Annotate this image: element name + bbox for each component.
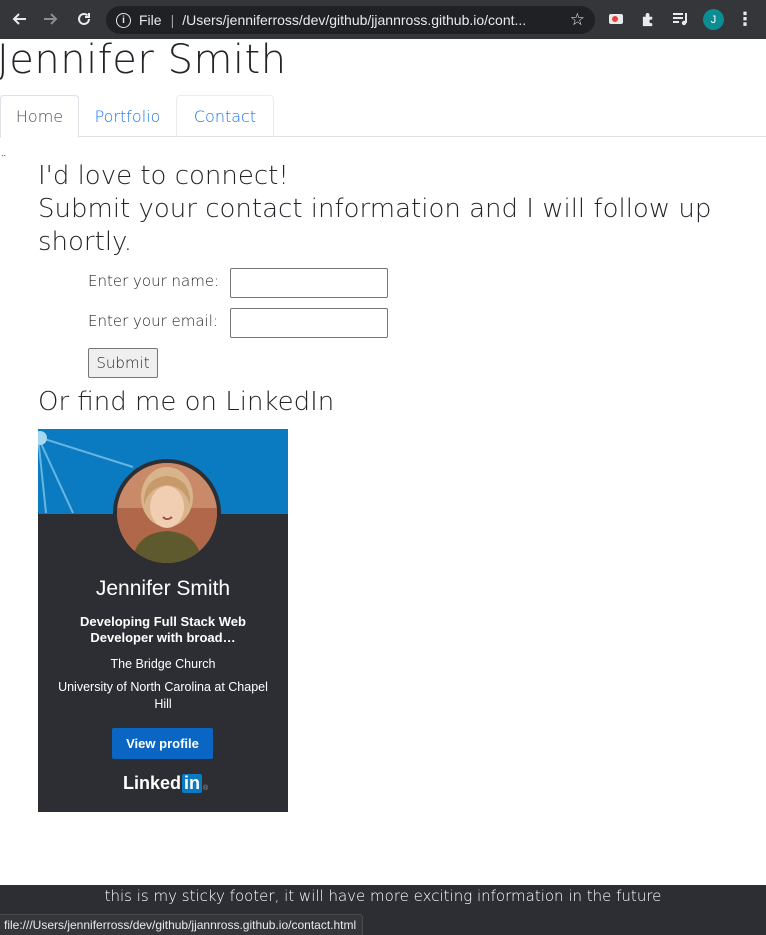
badge-headline: Developing Full Stack Web Developer with… bbox=[80, 614, 246, 645]
bookmark-star-icon[interactable]: ☆ bbox=[570, 10, 585, 30]
profile-avatar[interactable]: J bbox=[703, 9, 724, 30]
linkedin-logo[interactable]: Linked in ® bbox=[123, 773, 208, 794]
email-label: Enter your email: bbox=[88, 312, 218, 330]
back-arrow-icon[interactable] bbox=[8, 8, 30, 30]
registered-mark-icon: ® bbox=[203, 784, 209, 792]
profile-photo[interactable] bbox=[113, 459, 221, 567]
stray-mark: .. bbox=[1, 149, 7, 158]
browser-toolbar: i File | /Users/jenniferross/dev/github/… bbox=[0, 0, 766, 39]
contact-heading-line1: I'd love to connect! bbox=[38, 161, 289, 191]
nav-tabs: Home Portfolio Contact bbox=[0, 95, 766, 138]
url-scheme-label: File bbox=[139, 12, 162, 28]
url-text[interactable]: /Users/jenniferross/dev/github/jjannross… bbox=[182, 12, 555, 28]
linkedin-logo-in: in bbox=[182, 773, 203, 793]
email-input[interactable] bbox=[230, 308, 388, 338]
more-menu-icon[interactable]: ⋮ bbox=[736, 9, 754, 30]
linkedin-heading: Or find me on LinkedIn bbox=[38, 387, 335, 417]
view-profile-button[interactable]: View profile bbox=[112, 728, 213, 759]
address-bar[interactable]: i File | /Users/jenniferross/dev/github/… bbox=[106, 6, 595, 34]
info-icon[interactable]: i bbox=[116, 12, 131, 28]
reload-icon[interactable] bbox=[73, 8, 95, 30]
screen-recorder-extension-icon[interactable] bbox=[606, 9, 626, 29]
submit-button[interactable]: Submit bbox=[88, 348, 158, 378]
url-separator: | bbox=[170, 12, 175, 28]
badge-company[interactable]: The Bridge Church bbox=[38, 657, 288, 671]
media-queue-icon[interactable] bbox=[670, 9, 690, 29]
name-label: Enter your name: bbox=[88, 272, 220, 290]
badge-name[interactable]: Jennifer Smith bbox=[38, 577, 288, 601]
linkedin-logo-text: Linked bbox=[123, 773, 182, 793]
contact-heading-line2: Submit your contact information and I wi… bbox=[38, 194, 712, 257]
footer-text: this is my sticky footer, it will have m… bbox=[104, 887, 662, 905]
badge-school[interactable]: University of North Carolina at Chapel H… bbox=[50, 679, 276, 713]
name-input[interactable] bbox=[230, 268, 388, 298]
forward-arrow-icon[interactable] bbox=[40, 8, 62, 30]
tab-contact[interactable]: Contact bbox=[176, 95, 274, 137]
extensions-puzzle-icon[interactable] bbox=[638, 9, 658, 29]
tab-portfolio[interactable]: Portfolio bbox=[79, 95, 176, 137]
tab-home[interactable]: Home bbox=[0, 95, 79, 138]
status-bar-url: file:///Users/jenniferross/dev/github/jj… bbox=[0, 914, 364, 935]
contact-heading: I'd love to connect! Submit your contact… bbox=[38, 160, 728, 259]
site-title: Jennifer Smith bbox=[0, 37, 287, 83]
linkedin-profile-badge: Jennifer Smith Developing Full Stack Web… bbox=[38, 429, 288, 812]
